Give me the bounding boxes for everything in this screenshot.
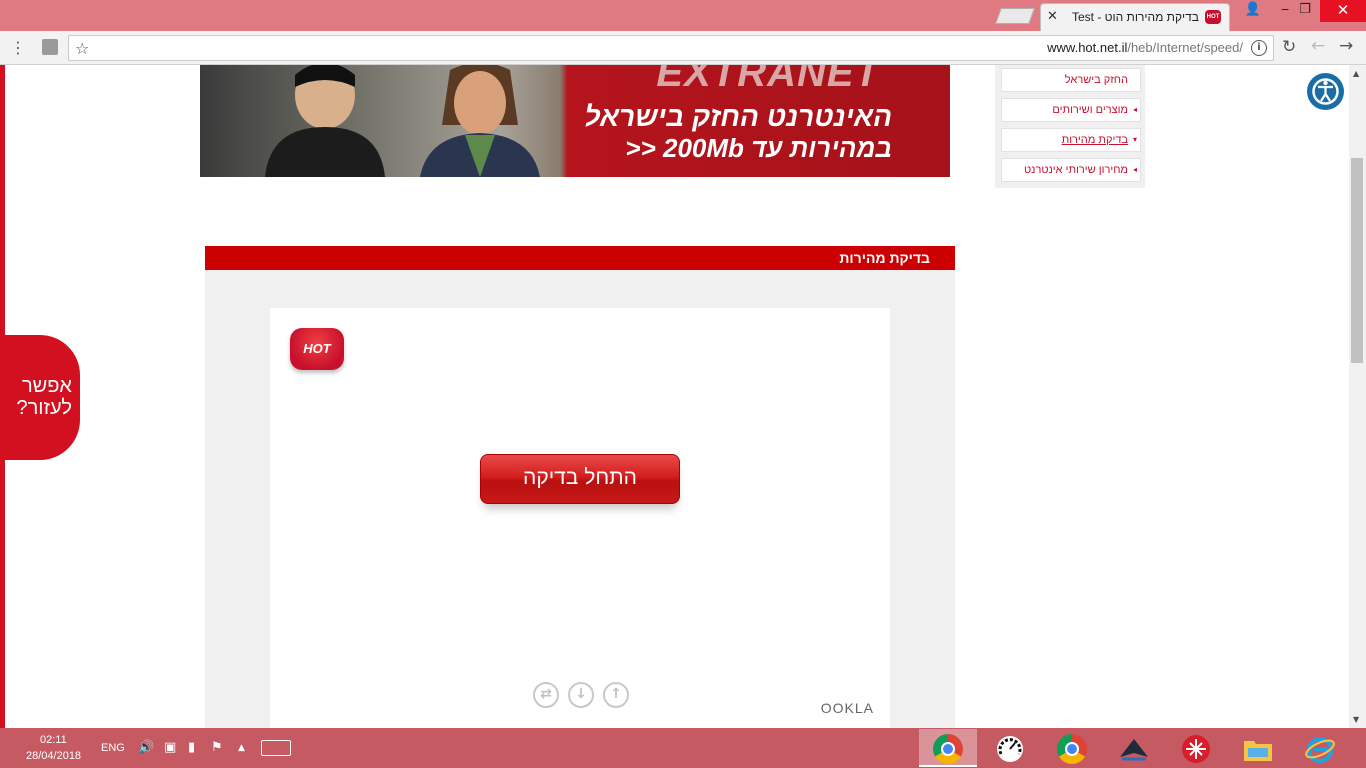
forward-icon[interactable]: →: [1339, 36, 1353, 56]
address-bar[interactable]: ☆ www.hot.net.il/heb/Internet/speed/ i: [68, 35, 1274, 61]
scroll-thumb[interactable]: [1351, 158, 1363, 363]
browser-tab[interactable]: ✕ בדיקת מהירות הוט - Test HOT: [1040, 3, 1230, 31]
clock-time[interactable]: 02:11: [40, 734, 67, 746]
chrome-icon: [933, 734, 963, 764]
help-line-1: אפשר: [21, 375, 72, 397]
taskbar-app-red[interactable]: [1167, 729, 1225, 767]
side-menu-item-price-list[interactable]: ◂ מחירון שירותי אינטרנט: [1001, 158, 1141, 182]
url-domain: www.hot.net.il: [1047, 40, 1128, 55]
taskbar-chrome[interactable]: [1043, 729, 1101, 767]
download-icon: ↓: [568, 682, 594, 708]
side-menu-item-products[interactable]: ◂ מוצרים ושירותים: [1001, 98, 1141, 122]
profile-icon[interactable]: 👤: [1240, 0, 1266, 22]
start-test-button[interactable]: התחל בדיקה: [480, 454, 680, 504]
ping-icon: ⇄: [533, 682, 559, 708]
tab-title: בדיקת מהירות הוט - Test: [1071, 10, 1199, 24]
hot-logo: HOT: [290, 328, 344, 370]
extension-icon[interactable]: [42, 39, 58, 55]
caret-left-icon: ◂: [1132, 165, 1137, 174]
vertical-scrollbar[interactable]: ▲ ▼: [1349, 65, 1366, 728]
speed-test-widget: HOT התחל בדיקה ⇄ ↓ ↑ OOKLA: [270, 308, 890, 728]
banner-subheadline: במהירות עד 200Mb <<: [625, 133, 892, 163]
side-menu-item-label: מוצרים ושירותים: [1052, 104, 1128, 116]
taskbar-speedometer-app[interactable]: [981, 729, 1039, 767]
action-center-flag-icon[interactable]: ⚑: [211, 740, 223, 755]
internet-explorer-icon: [1305, 737, 1335, 763]
restore-button[interactable]: ❐: [1290, 0, 1320, 22]
touch-keyboard-icon[interactable]: [261, 740, 291, 756]
help-tab-text: אפשר לעזור?: [16, 375, 72, 419]
page-viewport: EXTRANET האינטרנט החזק בישראל במהירות עד…: [0, 65, 1366, 728]
extranet-banner[interactable]: EXTRANET האינטרנט החזק בישראל במהירות עד…: [200, 65, 950, 177]
tray-chevron-icon[interactable]: ▲: [238, 743, 245, 753]
help-tab[interactable]: אפשר לעזור?: [0, 335, 80, 460]
taskbar-file-explorer[interactable]: [1229, 729, 1287, 767]
panel-title: בדיקת מהירות: [839, 250, 930, 266]
taskbar-chrome-active[interactable]: [919, 729, 977, 767]
taskbar-internet-explorer[interactable]: [1291, 729, 1349, 767]
tab-close-icon[interactable]: ✕: [1047, 9, 1058, 24]
close-window-button[interactable]: ✕: [1320, 0, 1366, 22]
browser-title-bar: ✕ בדיקת מהירות הוט - Test HOT 👤 ‒ ❐ ✕: [0, 0, 1366, 31]
side-menu-item-speed-test[interactable]: ▾ בדיקת מהירות: [1001, 128, 1141, 152]
windows-taskbar: 02:11 28/04/2018 ENG 🔊 ▣ ▮ ⚑ ▲: [0, 728, 1366, 768]
banner-brand: EXTRANET: [656, 65, 880, 95]
side-menu-item-strongest[interactable]: החזק בישראל: [1001, 68, 1141, 92]
taskbar-app-dark[interactable]: [1105, 729, 1163, 767]
speedometer-icon: [997, 736, 1023, 762]
bookmark-star-icon[interactable]: ☆: [75, 39, 89, 58]
hot-favicon-icon: HOT: [1205, 10, 1221, 24]
menu-icon[interactable]: ⋮: [10, 38, 26, 57]
network-icon[interactable]: ▣: [164, 740, 176, 755]
scroll-down-icon[interactable]: ▼: [1353, 715, 1359, 724]
panel-header: בדיקת מהירות: [205, 246, 955, 270]
help-line-2: לעזור?: [16, 397, 72, 419]
scroll-up-icon[interactable]: ▲: [1353, 69, 1359, 78]
battery-icon[interactable]: ▮: [188, 740, 195, 755]
url-text[interactable]: www.hot.net.il/heb/Internet/speed/: [1047, 40, 1243, 55]
caret-down-icon: ▾: [1132, 135, 1137, 144]
speed-test-panel: בדיקת מהירות HOT התחל בדיקה ⇄ ↓ ↑ OOKLA: [205, 246, 955, 728]
back-icon[interactable]: ←: [1311, 36, 1325, 56]
clock-date[interactable]: 28/04/2018: [26, 750, 81, 762]
side-menu-item-label: בדיקת מהירות: [1061, 134, 1128, 146]
banner-person-right-image: [420, 65, 540, 177]
caret-left-icon: ◂: [1132, 105, 1137, 114]
app-arrows-icon: [1182, 735, 1210, 763]
browser-toolbar: ⋮ ☆ www.hot.net.il/heb/Internet/speed/ i…: [0, 31, 1366, 65]
site-info-icon[interactable]: i: [1251, 40, 1267, 56]
accessibility-icon[interactable]: [1307, 73, 1344, 110]
language-indicator[interactable]: ENG: [101, 742, 125, 754]
new-tab-button[interactable]: [995, 8, 1035, 24]
banner-headline: האינטרנט החזק בישראל: [584, 101, 893, 132]
side-menu-item-label: החזק בישראל: [1064, 74, 1128, 86]
side-menu-item-label: מחירון שירותי אינטרנט: [1023, 164, 1128, 176]
folder-icon: [1244, 741, 1272, 761]
app-wing-icon: [1120, 739, 1148, 761]
url-path: /heb/Internet/speed/: [1127, 40, 1243, 55]
upload-icon: ↑: [603, 682, 629, 708]
chrome-icon: [1057, 734, 1087, 764]
banner-person-left-image: [265, 65, 385, 177]
ookla-logo: OOKLA: [820, 700, 874, 716]
volume-icon[interactable]: 🔊: [138, 740, 154, 755]
side-menu: החזק בישראל ◂ מוצרים ושירותים ▾ בדיקת מה…: [995, 65, 1145, 188]
reload-icon[interactable]: ↻: [1282, 37, 1296, 57]
